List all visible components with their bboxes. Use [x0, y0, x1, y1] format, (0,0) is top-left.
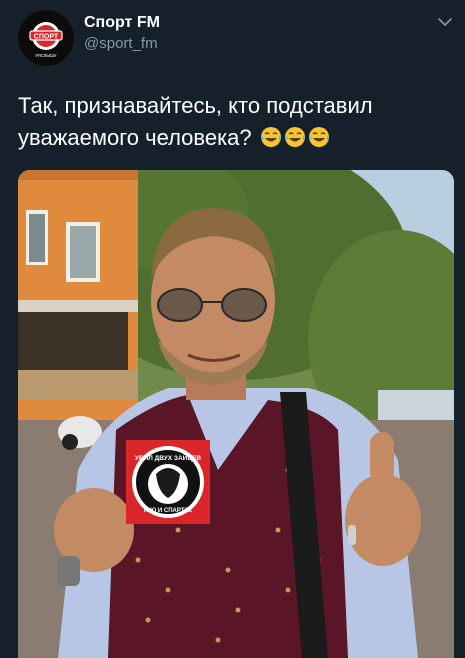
svg-text:СПОРТ: СПОРТ: [34, 34, 59, 41]
sport-fm-logo: СПОРТ #ЯСЛЫШУ: [18, 10, 74, 66]
tweet-text: Так, признавайтесь, кто подставил уважае…: [18, 90, 448, 154]
building: [18, 170, 138, 420]
sticker: УБИЛ ДВУХ ЗАЙЦЕВ ЮЮ И СПАРТАК: [126, 440, 210, 524]
tears-of-joy-icon: [308, 127, 329, 147]
user-handle[interactable]: @sport_fm: [84, 35, 158, 52]
sticker-top-text: УБИЛ ДВУХ ЗАЙЦЕВ: [135, 453, 202, 462]
display-name[interactable]: Спорт FM: [84, 14, 160, 32]
chevron-down-icon[interactable]: [437, 14, 453, 30]
tears-of-joy-icon: [260, 127, 281, 147]
tweet-card: СПОРТ #ЯСЛЫШУ Спорт FM @sport_fm Так, пр…: [0, 0, 465, 658]
avatar[interactable]: СПОРТ #ЯСЛЫШУ: [18, 10, 74, 66]
tweet-photo[interactable]: УБИЛ ДВУХ ЗАЙЦЕВ ЮЮ И СПАРТАК: [18, 170, 454, 658]
tears-of-joy-icon: [284, 127, 305, 147]
svg-text:#ЯСЛЫШУ: #ЯСЛЫШУ: [35, 53, 57, 58]
sticker-bottom-text: ЮЮ И СПАРТАК: [144, 508, 193, 514]
photo-scene: УБИЛ ДВУХ ЗАЙЦЕВ ЮЮ И СПАРТАК: [18, 170, 454, 658]
